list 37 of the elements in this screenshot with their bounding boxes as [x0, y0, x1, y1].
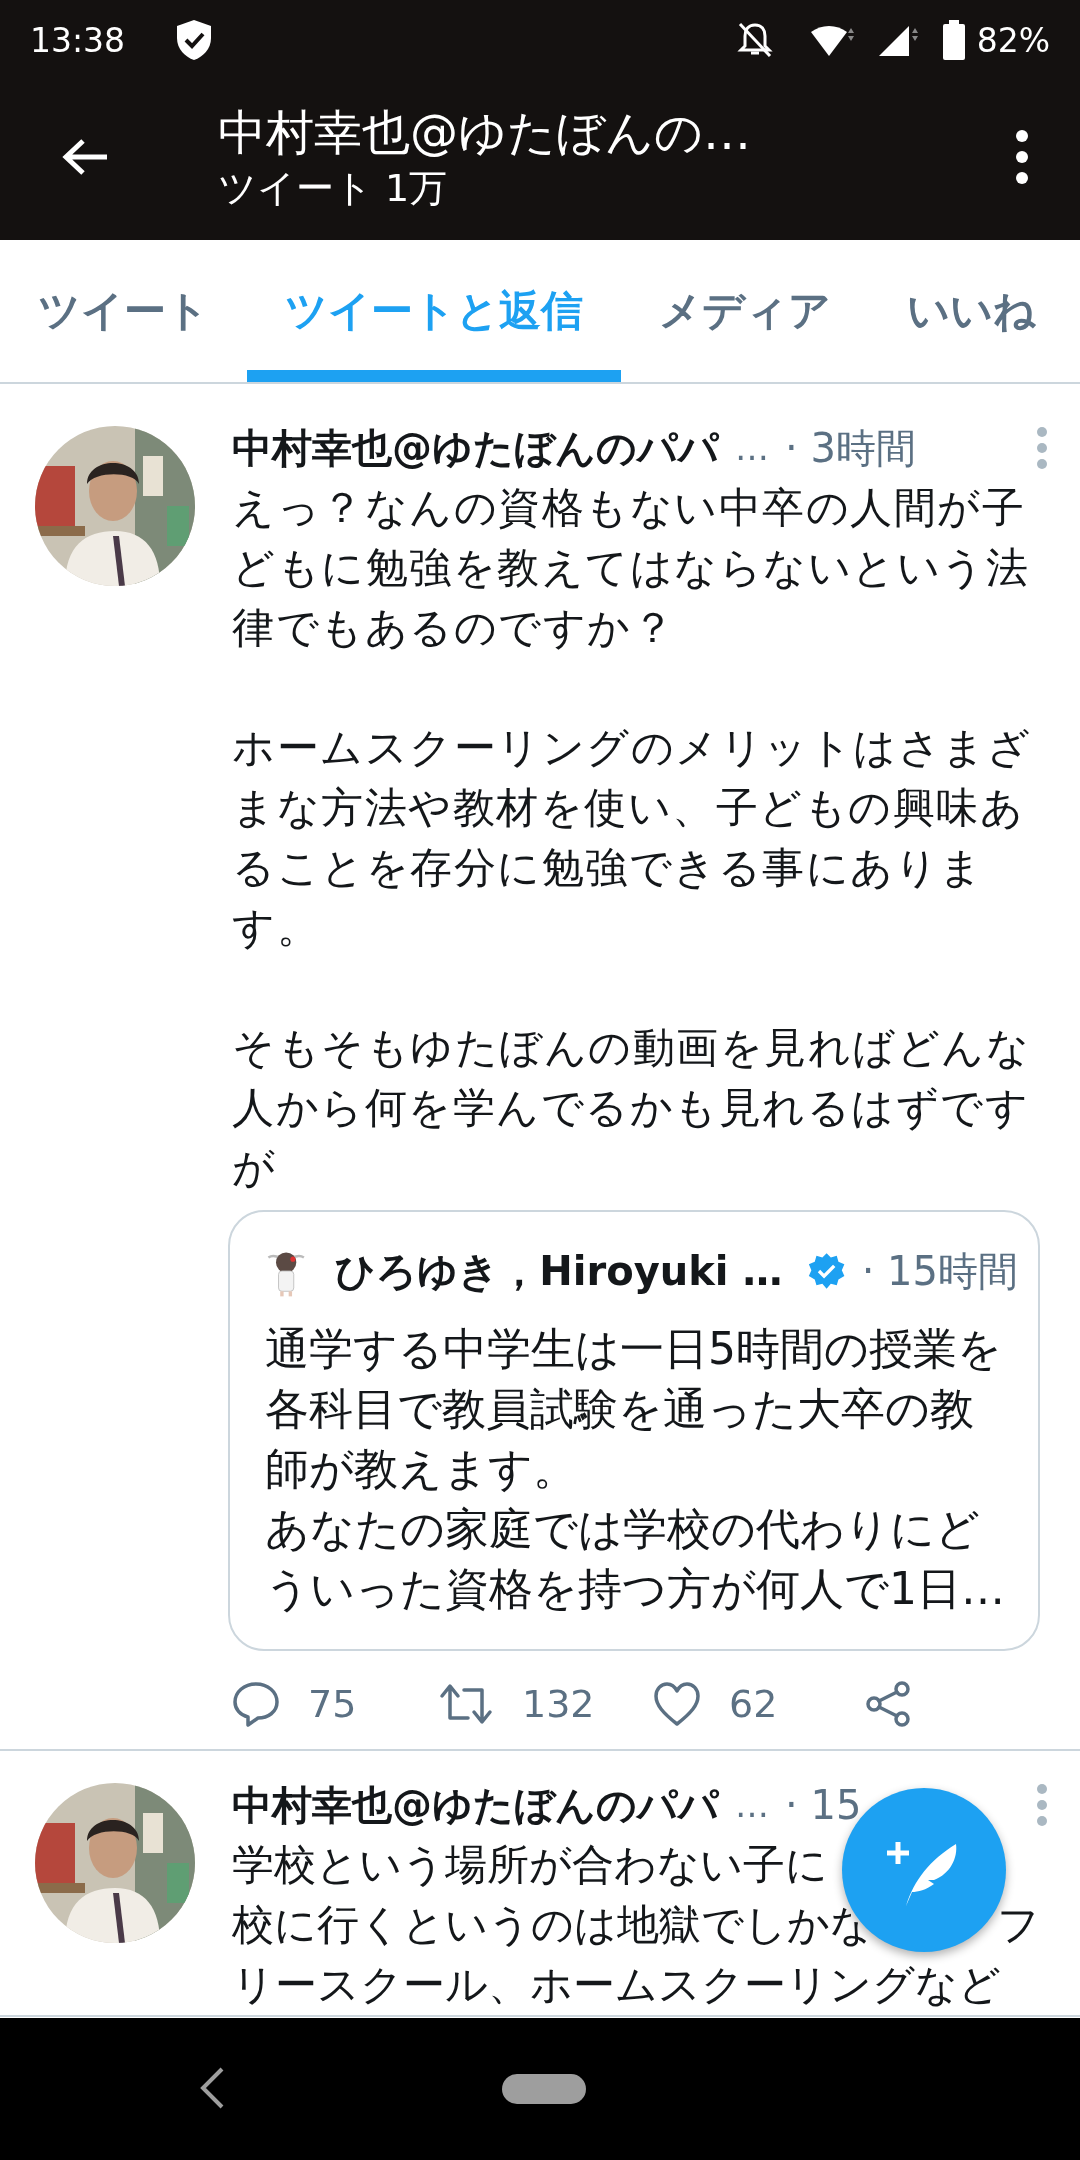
quoted-tweet-card[interactable]: ひろゆき，Hiroyuki … · 15時間 通学する中学生は一日5時間の授業を各科目で教員試験を通った大卒の教師が教えます。 あなたの家庭では学校の代わりにどういった資格を持つ方が何人で1日…	[228, 1210, 1040, 1651]
tweet-text: フ	[997, 1899, 1040, 1951]
tab[interactable]: メディア	[621, 240, 869, 382]
author-name: 中村幸也@ゆたぼんのパパ	[232, 423, 719, 473]
share-icon[interactable]	[864, 1680, 912, 1728]
tweet-text: そもそもゆたぼんの動画を見ればどんな人から何を学んでるかも見れるはずですが	[232, 1022, 1031, 1194]
reply-count: 75	[308, 1682, 357, 1726]
quoted-author-name: ひろゆき，Hiroyuki …	[335, 1246, 783, 1296]
battery-icon	[942, 20, 965, 60]
tweet-text: ホームスクーリングのメリットはさまざまな方法や教材を使い、子どもの興味あることを存分に勉強できる事にあります。	[232, 722, 1032, 954]
tab[interactable]: ツイート	[0, 240, 247, 382]
shield-check-icon	[175, 19, 214, 61]
quoted-tweet-time: · 15時間	[861, 1246, 1018, 1296]
quoted-tweet-text: あなたの家庭では学校の代わりにどういった資格を持つ方が何人で1日…	[265, 1502, 1005, 1616]
author-name: 中村幸也@ゆたぼんのパパ	[232, 1780, 719, 1830]
author-handle: …	[735, 1785, 769, 1825]
reply-icon[interactable]	[232, 1680, 280, 1728]
more-icon	[1015, 129, 1029, 185]
quoted-tweet-text: 通学する中学生は一日5時間の授業を各科目で教員試験を通った大卒の教師が教えます。	[265, 1322, 1003, 1496]
chevron-left-icon	[198, 2065, 226, 2110]
bell-off-icon	[736, 21, 773, 59]
home-pill-button[interactable]	[502, 2074, 586, 2104]
back-arrow-icon	[61, 137, 109, 177]
tweet-count: ツイート 1万	[218, 165, 449, 212]
clock-time: 13:38	[30, 20, 126, 60]
tweet-time: · 15	[785, 1782, 862, 1828]
tweet-text: えっ？なんの資格もない中卒の人間が子どもに勉強を教えてはならないという法律でもあるのですか？	[232, 482, 1030, 654]
author-handle: …	[735, 428, 769, 468]
like-icon[interactable]	[653, 1681, 701, 1727]
tweet-text: 学校という場所が合わない子に	[232, 1839, 828, 1891]
tab[interactable]: いいね	[869, 240, 1074, 382]
retweet-count: 132	[522, 1682, 595, 1726]
like-count: 62	[729, 1682, 778, 1726]
tweet-time: · 3時間	[785, 423, 916, 473]
header-title: 中村幸也@ゆたぼんの…	[218, 103, 752, 162]
tweet-text: リースクール、ホームスクーリングなど	[232, 1959, 1001, 2011]
battery-percent: 82%	[976, 20, 1050, 60]
